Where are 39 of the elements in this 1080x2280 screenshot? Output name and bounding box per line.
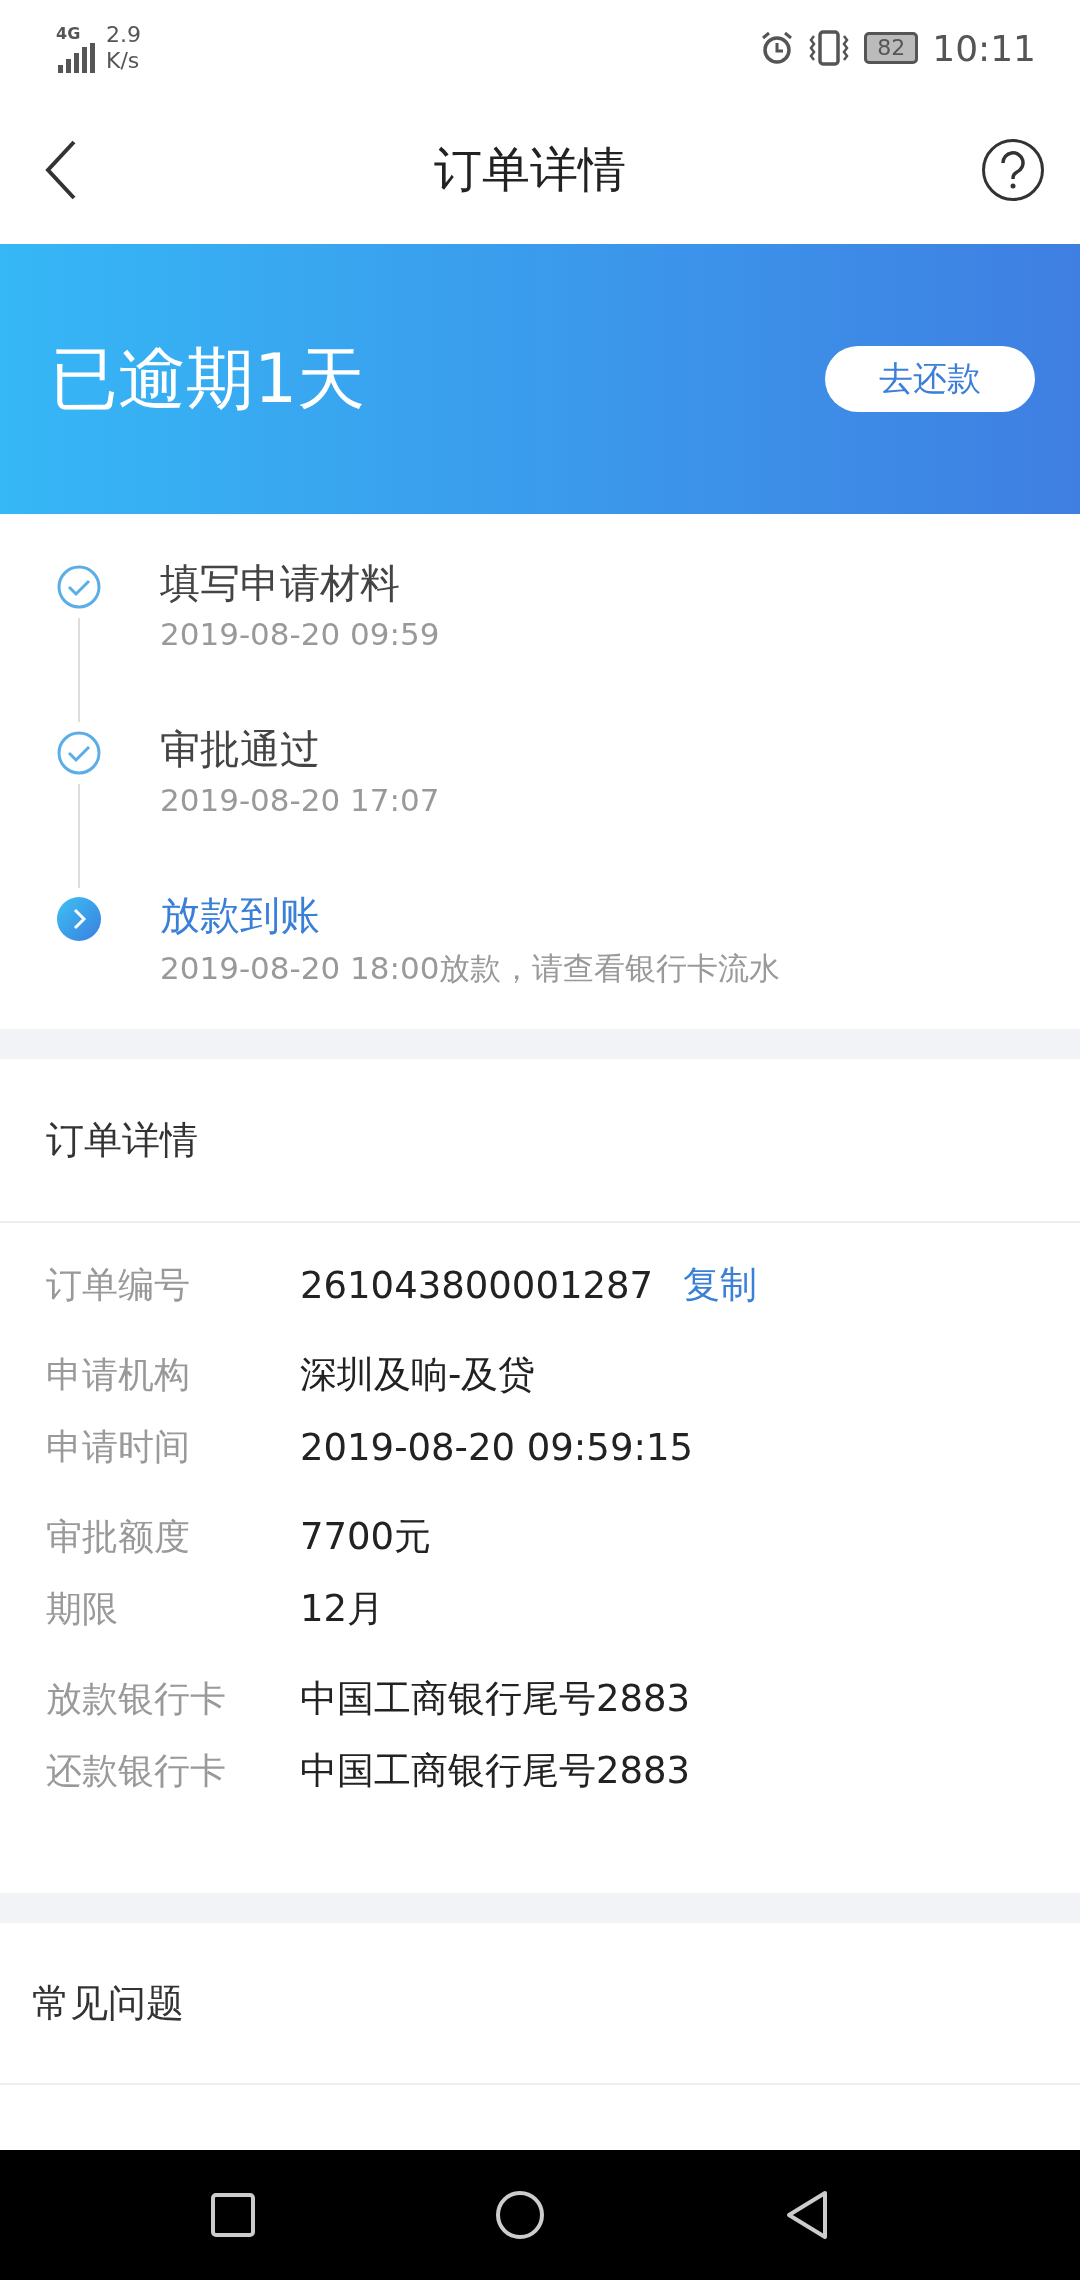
section-title: 订单详情 (46, 1116, 198, 1164)
vibrate-icon (808, 30, 851, 66)
field-label: 放款银行卡 (46, 1676, 227, 1721)
step-title: 放款到账 (160, 891, 321, 940)
step-title: 审批通过 (160, 725, 321, 774)
clock: 10:11 (932, 27, 1036, 69)
alarm-icon (760, 31, 795, 65)
field-value: 7700元 (300, 1514, 432, 1560)
step-title: 填写申请材料 (160, 559, 401, 608)
step-time: 2019-08-20 18:00放款，请查看银行卡流水 (160, 949, 781, 988)
network-label: 4G (56, 23, 81, 43)
step-time: 2019-08-20 09:59 (160, 616, 440, 652)
overdue-status: 已逾期1天 (50, 337, 366, 420)
help-icon[interactable] (982, 139, 1044, 201)
field-label: 还款银行卡 (46, 1748, 227, 1793)
battery-indicator: 82 (864, 32, 919, 64)
field-value: 深圳及响-及贷 (300, 1352, 536, 1398)
speed-unit: K/s (106, 48, 141, 74)
field-label: 订单编号 (46, 1262, 191, 1307)
home-icon[interactable] (495, 2190, 545, 2240)
section-title: 常见问题 (32, 1979, 184, 2027)
field-value: 261043800001287 (300, 1263, 654, 1307)
field-value: 中国工商银行尾号2883 (300, 1676, 691, 1722)
signal-icon (56, 42, 96, 73)
step-time: 2019-08-20 17:07 (160, 782, 440, 818)
repay-button[interactable]: 去还款 (825, 346, 1035, 412)
field-label: 审批额度 (46, 1514, 191, 1559)
back-icon[interactable] (44, 140, 78, 200)
copy-link[interactable]: 复制 (683, 1260, 758, 1310)
field-label: 申请机构 (46, 1352, 191, 1397)
field-label: 期限 (46, 1586, 119, 1631)
recents-icon[interactable] (211, 2193, 255, 2237)
field-value: 12月 (300, 1586, 385, 1632)
page-title: 订单详情 (434, 140, 626, 199)
network-speed: 2.9 (106, 22, 141, 48)
back-icon[interactable] (785, 2190, 829, 2240)
field-value: 中国工商银行尾号2883 (300, 1748, 691, 1794)
field-value: 2019-08-20 09:59:15 (300, 1425, 693, 1469)
field-label: 申请时间 (46, 1424, 191, 1469)
